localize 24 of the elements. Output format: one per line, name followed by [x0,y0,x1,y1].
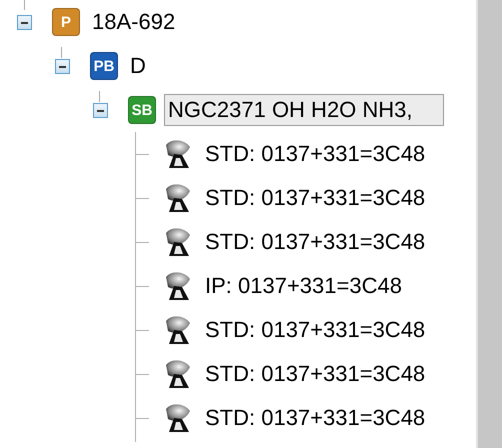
satellite-dish-icon [163,315,193,345]
satellite-dish-icon [163,183,193,213]
collapse-toggle[interactable] [17,14,32,30]
scan-label[interactable]: STD: 0137+331=3C48 [201,314,430,346]
scrollbar[interactable] [478,0,502,448]
scan-label[interactable]: IP: 0137+331=3C48 [201,270,406,302]
satellite-dish-icon [163,139,193,169]
node-badge: SB [128,96,156,124]
node-label[interactable]: NGC2371 OH H2O NH3, [164,94,444,126]
node-badge: PB [90,52,118,80]
scan-label[interactable]: STD: 0137+331=3C48 [201,358,430,390]
collapse-toggle[interactable] [93,102,108,118]
satellite-dish-icon [163,271,193,301]
scan-label[interactable]: STD: 0137+331=3C48 [201,226,430,258]
scan-label[interactable]: STD: 0137+331=3C48 [201,182,430,214]
node-badge: P [52,8,80,36]
satellite-dish-icon [163,359,193,389]
collapse-toggle[interactable] [55,58,70,74]
scan-label[interactable]: STD: 0137+331=3C48 [201,402,430,434]
node-label[interactable]: D [126,50,150,82]
node-label[interactable]: 18A-692 [88,6,180,38]
scan-label[interactable]: STD: 0137+331=3C48 [201,138,430,170]
satellite-dish-icon [163,403,193,433]
satellite-dish-icon [163,227,193,257]
